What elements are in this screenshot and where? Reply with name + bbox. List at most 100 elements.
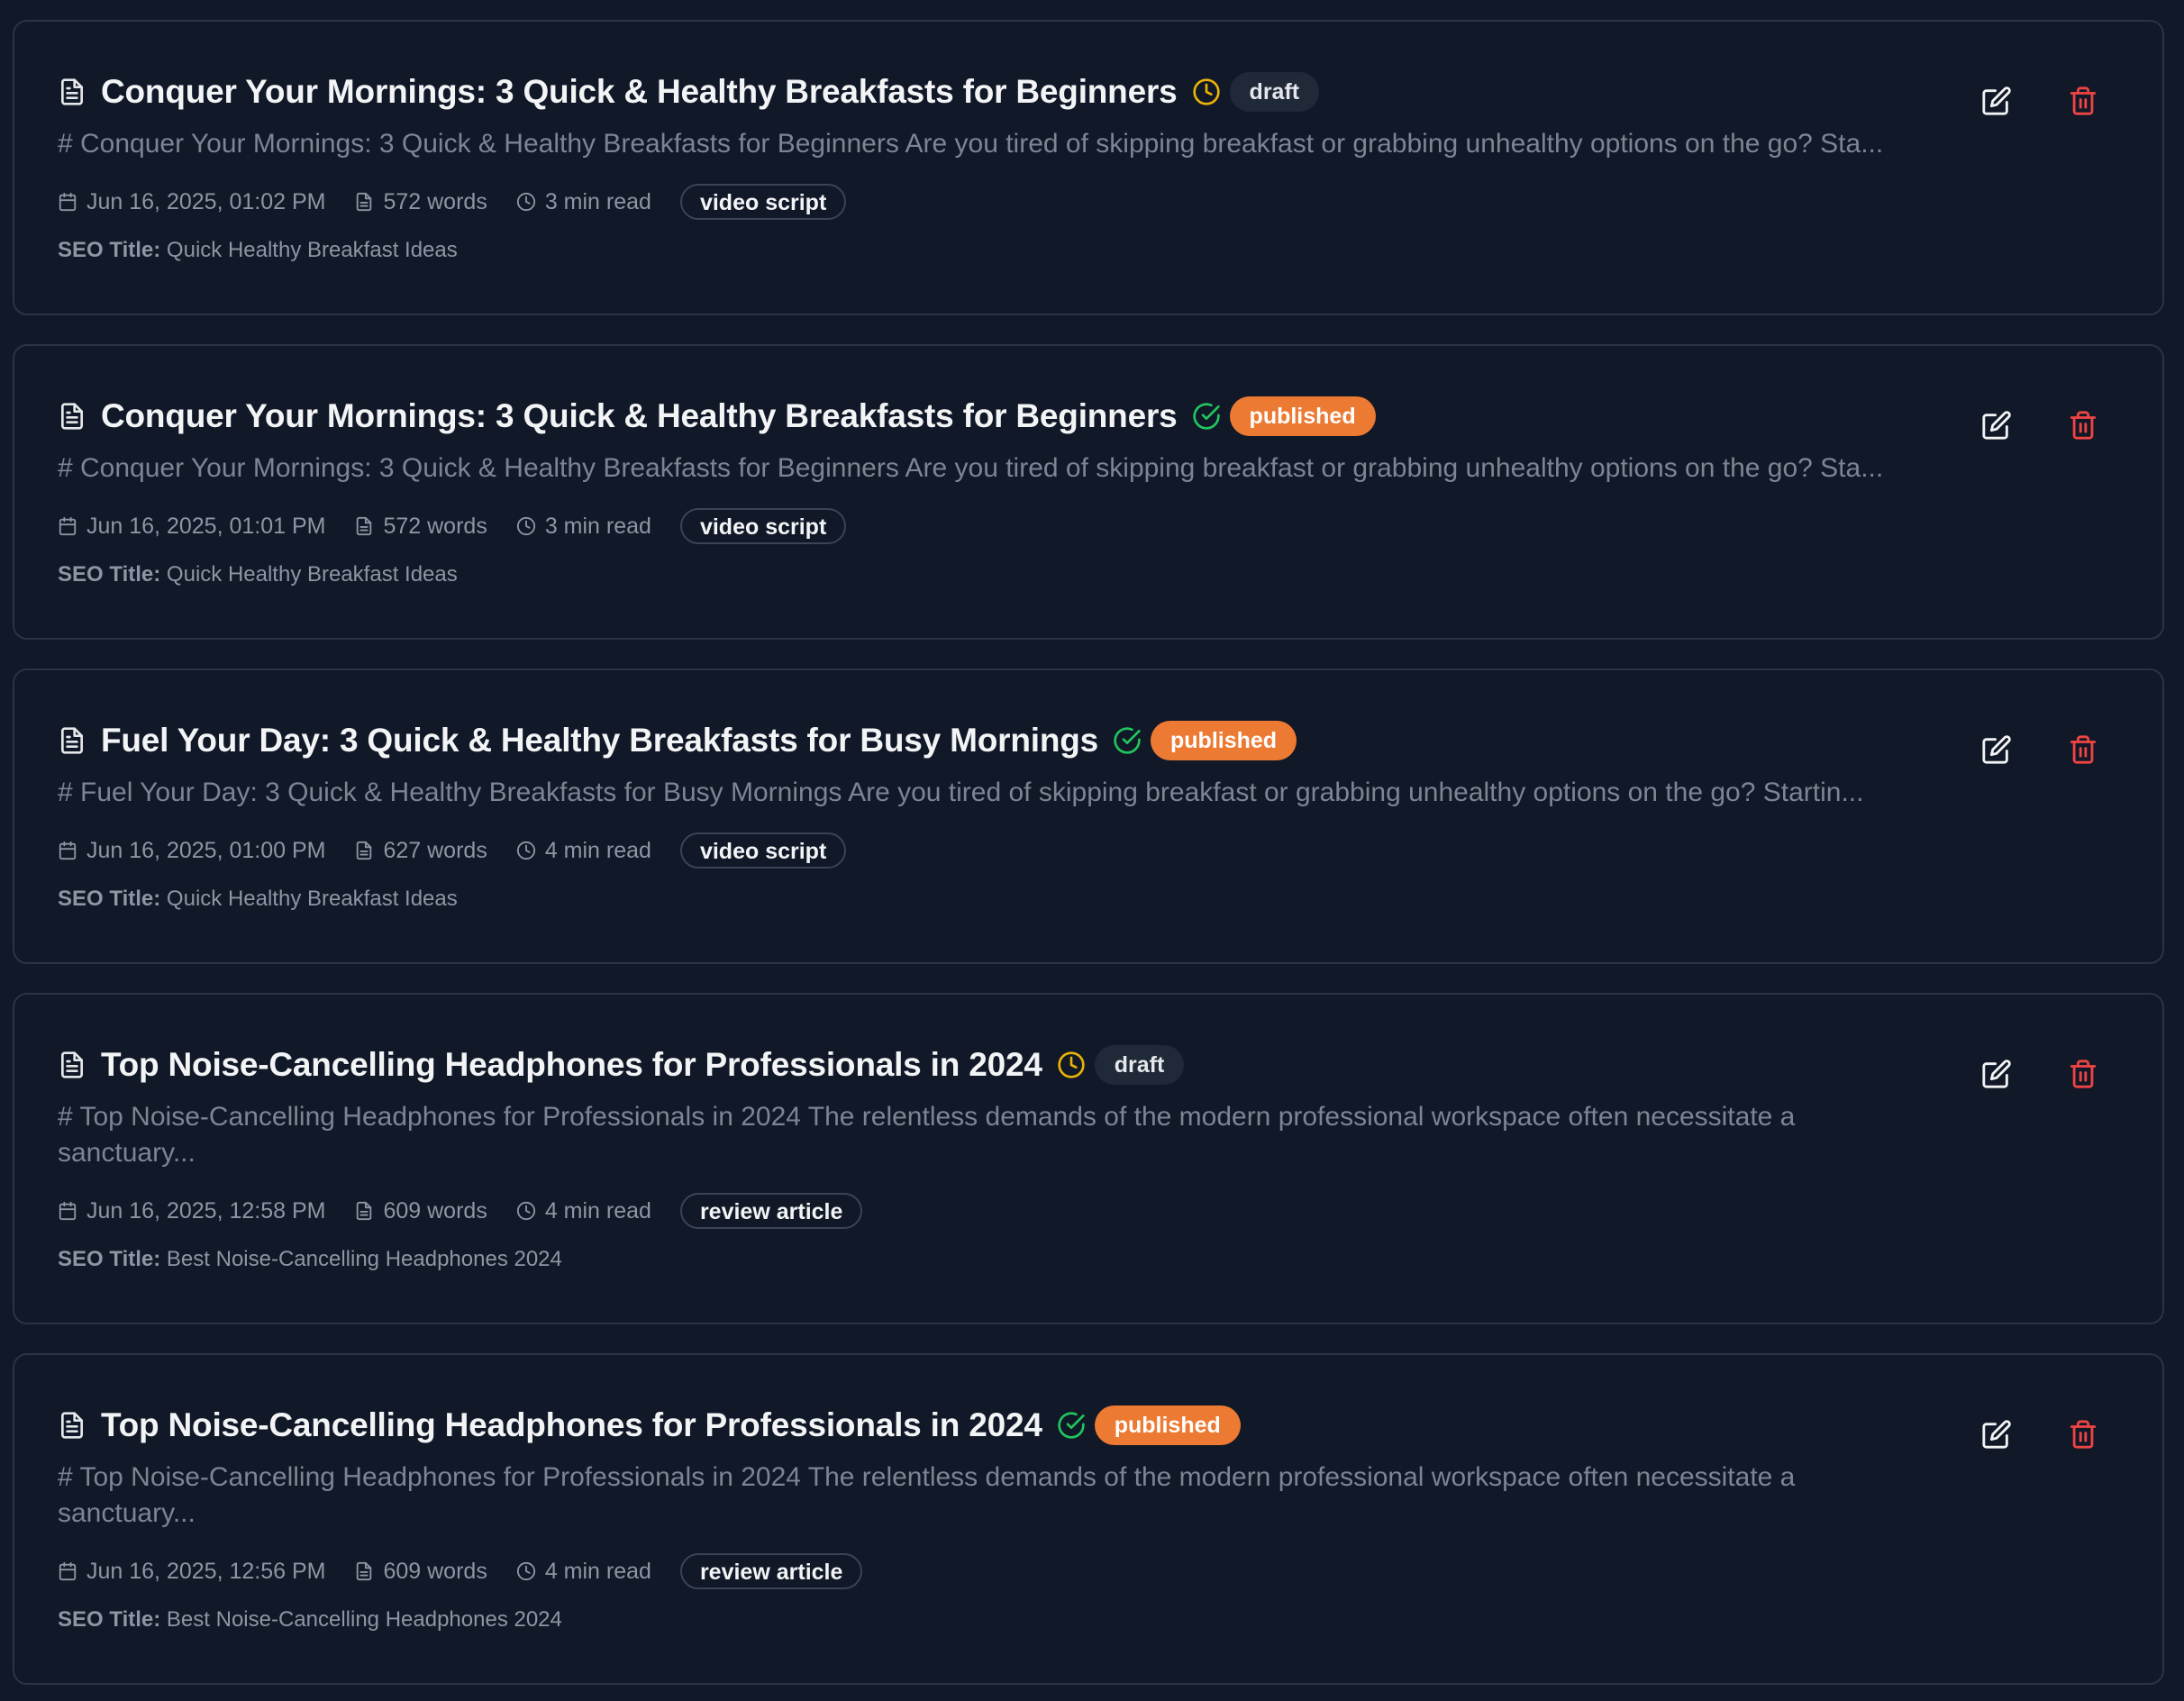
date-text: Jun 16, 2025, 12:58 PM xyxy=(86,1197,326,1223)
article-card[interactable]: Top Noise-Cancelling Headphones for Prof… xyxy=(13,993,2164,1324)
seo-title-row: SEO Title: Quick Healthy Breakfast Ideas xyxy=(58,887,1892,912)
date-meta: Jun 16, 2025, 01:01 PM xyxy=(58,514,325,540)
seo-title-label: SEO Title: xyxy=(58,238,161,262)
card-actions xyxy=(1971,400,2108,450)
article-card[interactable]: Fuel Your Day: 3 Quick & Healthy Breakfa… xyxy=(13,669,2164,964)
word-count-meta: 627 words xyxy=(354,838,487,864)
document-icon xyxy=(357,516,372,536)
seo-title-value: Best Noise-Cancelling Headphones 2024 xyxy=(166,1607,562,1632)
document-icon xyxy=(61,78,83,105)
trash-icon xyxy=(2070,411,2097,440)
card-actions xyxy=(1971,724,2108,775)
seo-title-row: SEO Title: Best Noise-Cancelling Headpho… xyxy=(58,1607,1892,1633)
check-circle-icon xyxy=(1058,1412,1085,1439)
content-type-pill: review article xyxy=(679,1193,863,1229)
article-meta: Jun 16, 2025, 01:02 PM 572 words 3 min r… xyxy=(58,182,1892,222)
clock-icon xyxy=(516,841,535,860)
article-title[interactable]: Conquer Your Mornings: 3 Quick & Healthy… xyxy=(101,397,1178,435)
seo-title-label: SEO Title: xyxy=(58,1607,161,1632)
clock-icon xyxy=(516,516,535,536)
read-time-meta: 3 min read xyxy=(516,189,651,215)
edit-button[interactable] xyxy=(1971,1409,2022,1460)
read-time-text: 4 min read xyxy=(544,837,651,863)
read-time-meta: 4 min read xyxy=(516,1559,651,1585)
clock-icon xyxy=(1058,1051,1085,1078)
status-badge: published xyxy=(1151,721,1297,760)
status-badge: draft xyxy=(1229,72,1320,112)
article-card[interactable]: Top Noise-Cancelling Headphones for Prof… xyxy=(13,1353,2164,1685)
edit-button[interactable] xyxy=(1971,400,2022,450)
content-type-pill: video script xyxy=(679,184,847,220)
article-title[interactable]: Top Noise-Cancelling Headphones for Prof… xyxy=(101,1046,1042,1084)
document-icon xyxy=(61,1051,83,1078)
delete-button[interactable] xyxy=(2058,1049,2108,1099)
seo-title-row: SEO Title: Best Noise-Cancelling Headpho… xyxy=(58,1247,1892,1272)
delete-button[interactable] xyxy=(2058,76,2108,126)
calendar-icon xyxy=(59,1561,77,1581)
card-actions xyxy=(1971,76,2108,126)
article-excerpt: # Conquer Your Mornings: 3 Quick & Healt… xyxy=(58,129,1884,159)
read-time-text: 3 min read xyxy=(544,188,651,214)
date-text: Jun 16, 2025, 01:00 PM xyxy=(86,837,326,863)
edit-button[interactable] xyxy=(1971,76,2022,126)
document-icon xyxy=(357,192,372,212)
seo-title-row: SEO Title: Quick Healthy Breakfast Ideas xyxy=(58,238,1892,263)
content-type-pill: review article xyxy=(679,1553,863,1589)
document-icon xyxy=(357,841,372,860)
date-text: Jun 16, 2025, 01:01 PM xyxy=(86,513,326,539)
article-title[interactable]: Top Noise-Cancelling Headphones for Prof… xyxy=(101,1406,1042,1444)
read-time-meta: 4 min read xyxy=(516,1198,651,1224)
trash-icon xyxy=(2070,735,2097,764)
delete-button[interactable] xyxy=(2058,724,2108,775)
edit-icon xyxy=(1982,86,2011,115)
word-count-meta: 609 words xyxy=(354,1559,487,1585)
status-badge: published xyxy=(1229,396,1376,436)
trash-icon xyxy=(2070,1420,2097,1449)
content-type-pill: video script xyxy=(679,832,847,869)
read-time-meta: 4 min read xyxy=(516,838,651,864)
check-circle-icon xyxy=(1114,727,1141,754)
article-excerpt: # Fuel Your Day: 3 Quick & Healthy Break… xyxy=(58,778,1864,807)
article-title[interactable]: Fuel Your Day: 3 Quick & Healthy Breakfa… xyxy=(101,722,1098,760)
article-meta: Jun 16, 2025, 01:01 PM 572 words 3 min r… xyxy=(58,506,1892,546)
document-icon xyxy=(357,1561,372,1581)
word-count-text: 609 words xyxy=(383,1558,487,1584)
calendar-icon xyxy=(59,841,77,860)
date-meta: Jun 16, 2025, 01:02 PM xyxy=(58,189,325,215)
clock-icon xyxy=(516,192,535,212)
date-text: Jun 16, 2025, 01:02 PM xyxy=(86,188,326,214)
delete-button[interactable] xyxy=(2058,1409,2108,1460)
document-icon xyxy=(61,727,83,754)
read-time-text: 4 min read xyxy=(544,1558,651,1584)
word-count-text: 609 words xyxy=(383,1197,487,1223)
article-excerpt: # Top Noise-Cancelling Headphones for Pr… xyxy=(58,1462,1796,1528)
seo-title-label: SEO Title: xyxy=(58,887,161,911)
article-title[interactable]: Conquer Your Mornings: 3 Quick & Healthy… xyxy=(101,73,1178,111)
edit-icon xyxy=(1982,735,2011,764)
edit-icon xyxy=(1982,1060,2011,1088)
clock-icon xyxy=(516,1201,535,1221)
word-count-text: 572 words xyxy=(383,188,487,214)
read-time-text: 4 min read xyxy=(544,1197,651,1223)
read-time-text: 3 min read xyxy=(544,513,651,539)
article-card[interactable]: Conquer Your Mornings: 3 Quick & Healthy… xyxy=(13,20,2164,315)
delete-button[interactable] xyxy=(2058,400,2108,450)
seo-title-value: Quick Healthy Breakfast Ideas xyxy=(166,238,458,262)
article-card[interactable]: Conquer Your Mornings: 3 Quick & Healthy… xyxy=(13,344,2164,640)
clock-icon xyxy=(516,1561,535,1581)
calendar-icon xyxy=(59,1201,77,1221)
calendar-icon xyxy=(59,516,77,536)
edit-button[interactable] xyxy=(1971,724,2022,775)
edit-button[interactable] xyxy=(1971,1049,2022,1099)
document-icon xyxy=(357,1201,372,1221)
trash-icon xyxy=(2070,1060,2097,1088)
seo-title-label: SEO Title: xyxy=(58,562,161,587)
article-excerpt: # Conquer Your Mornings: 3 Quick & Healt… xyxy=(58,453,1884,483)
calendar-icon xyxy=(59,192,77,212)
trash-icon xyxy=(2070,86,2097,115)
status-badge: published xyxy=(1094,1405,1241,1445)
read-time-meta: 3 min read xyxy=(516,514,651,540)
seo-title-label: SEO Title: xyxy=(58,1247,161,1271)
seo-title-value: Quick Healthy Breakfast Ideas xyxy=(166,887,458,911)
check-circle-icon xyxy=(1192,403,1220,430)
